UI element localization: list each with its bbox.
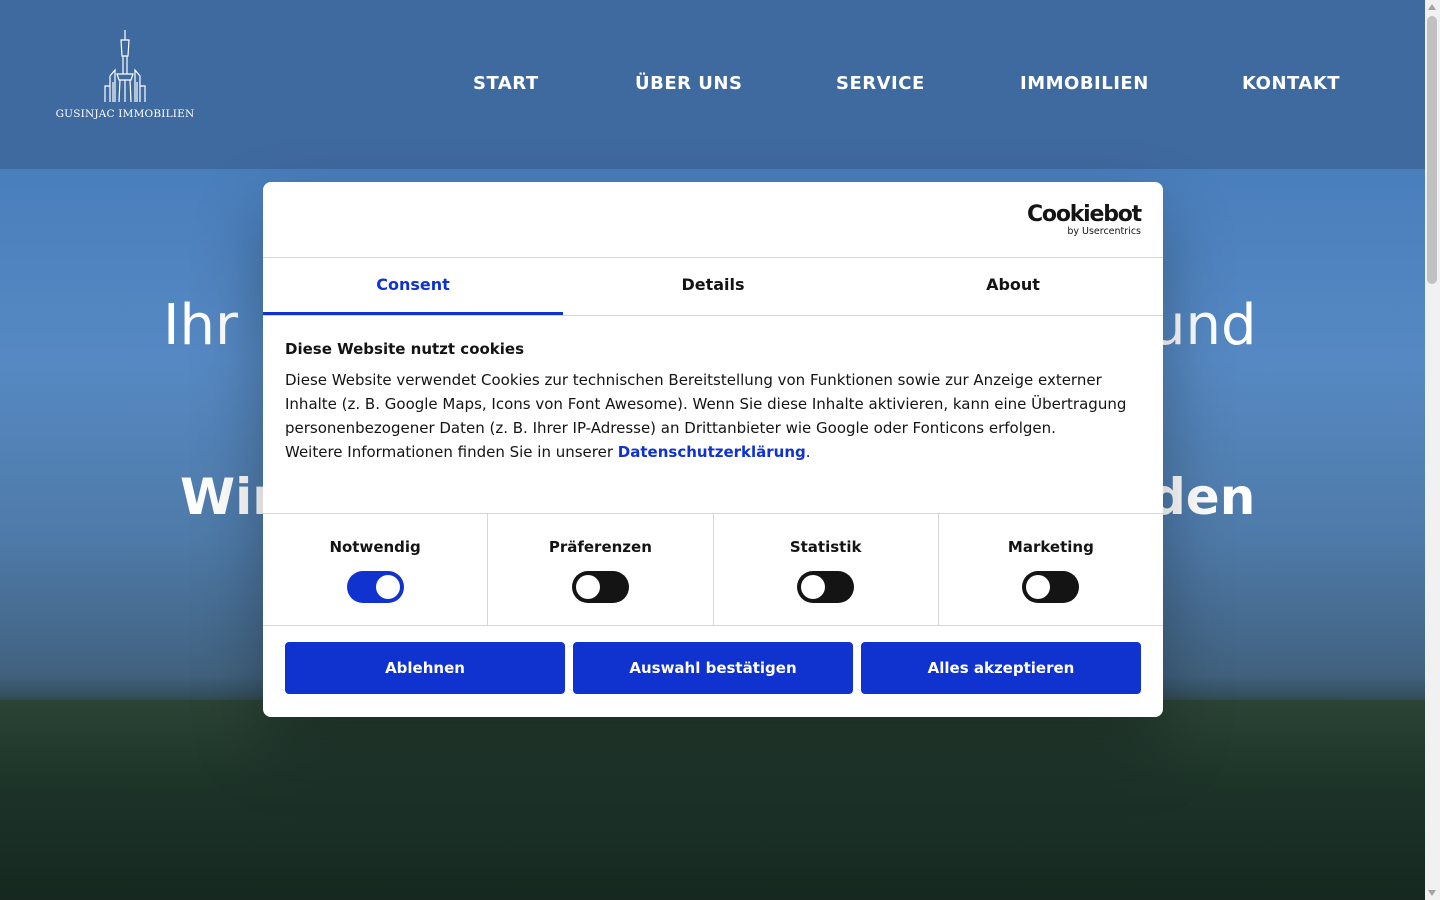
toggle-knob [801,575,826,599]
nav-item-immobilien[interactable]: IMMOBILIEN [1020,73,1149,94]
hero-line-1-left: Ihr [163,293,239,358]
privacy-policy-link[interactable]: Datenschutzerklärung [618,443,806,461]
toggle-label-preferences: Präferenzen [548,538,652,556]
toggle-knob [1026,575,1051,599]
tab-about[interactable]: About [863,258,1163,315]
scroll-down-arrow-icon[interactable] [1428,890,1436,896]
page-scrollbar[interactable] [1425,0,1440,900]
toggle-label-marketing: Marketing [1007,538,1094,556]
dialog-header: Cookiebot by Usercentrics [263,182,1163,258]
cookiebot-brand: Cookiebot [1026,202,1142,227]
hero-line-1-right: und [1150,293,1257,358]
tab-consent[interactable]: Consent [263,258,563,315]
toggle-group-marketing: Marketing [939,514,1163,625]
toggle-knob [375,575,400,599]
toggle-group-preferences: Präferenzen [488,514,714,625]
toggle-preferences[interactable] [571,571,629,603]
tab-details[interactable]: Details [563,258,863,315]
toggle-label-necessary: Notwendig [329,538,421,556]
nav-item-kontakt[interactable]: KONTAKT [1242,73,1340,94]
cookiebot-logo[interactable]: Cookiebot by Usercentrics [1026,202,1142,238]
dialog-buttons: Ablehnen Auswahl bestätigen Alles akzept… [263,626,1163,710]
hero-line-2-right: den [1150,468,1256,526]
forest-background [0,700,1425,900]
nav-item-service[interactable]: SERVICE [836,73,925,94]
logo-text: GUSINJAC IMMOBILIEN [55,108,195,120]
toggle-group-necessary: Notwendig [263,514,489,625]
more-info-suffix: . [805,443,811,461]
decline-button[interactable]: Ablehnen [285,642,565,694]
more-info-prefix: Weitere Informationen finden Sie in unse… [285,443,618,461]
toggle-marketing[interactable] [1022,571,1080,603]
tower-logo-icon [104,30,146,103]
consent-body: Diese Website nutzt cookies Diese Websit… [263,316,1163,514]
site-logo[interactable]: GUSINJAC IMMOBILIEN [55,30,195,120]
toggle-group-statistics: Statistik [714,514,939,625]
toggle-necessary[interactable] [346,571,404,603]
cookie-consent-dialog: Cookiebot by Usercentrics Consent Detail… [263,182,1163,717]
cookiebot-brand-sub: by Usercentrics [1067,226,1141,237]
scrollbar-thumb[interactable] [1427,16,1437,284]
site-header: GUSINJAC IMMOBILIEN START ÜBER UNS SERVI… [0,0,1425,169]
consent-paragraph: Diese Website verwendet Cookies zur tech… [285,368,1141,464]
toggle-label-statistics: Statistik [789,538,862,556]
nav-item-ueber-uns[interactable]: ÜBER UNS [635,73,742,94]
accept-all-button[interactable]: Alles akzeptieren [861,642,1141,694]
scroll-up-arrow-icon[interactable] [1428,4,1436,10]
consent-text: Diese Website verwendet Cookies zur tech… [285,371,1127,437]
confirm-selection-button[interactable]: Auswahl bestätigen [573,642,853,694]
consent-toggles: Notwendig Präferenzen Statistik Marketin… [263,514,1163,626]
dialog-tabs: Consent Details About [263,258,1163,316]
toggle-statistics[interactable] [797,571,855,603]
nav-item-start[interactable]: START [473,73,539,94]
consent-heading: Diese Website nutzt cookies [285,340,525,358]
toggle-knob [575,575,600,599]
